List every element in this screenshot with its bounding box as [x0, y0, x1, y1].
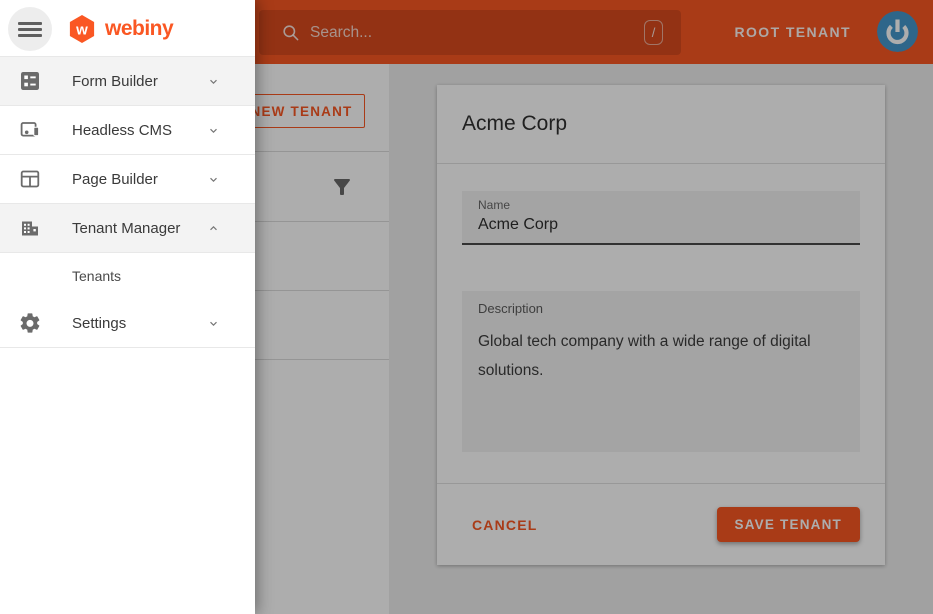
navigation-drawer: w webiny Form Builder: [0, 0, 255, 614]
headless-cms-icon: [18, 118, 42, 142]
chevron-down-icon: [207, 124, 220, 137]
sidebar-item-label: Page Builder: [72, 171, 158, 188]
page-builder-icon: [18, 167, 42, 191]
drawer-header: w webiny: [0, 0, 255, 57]
webiny-logo-icon: w: [68, 14, 96, 44]
app-root: Search... / ROOT TENANT NEW TENANT: [0, 0, 933, 614]
sidebar-item-label: Form Builder: [72, 73, 158, 90]
settings-gear-icon: [18, 311, 42, 335]
webiny-logo: w webiny: [68, 14, 173, 44]
chevron-down-icon: [207, 173, 220, 186]
sidebar-item-label: Settings: [72, 315, 126, 332]
svg-text:w: w: [75, 22, 88, 39]
chevron-down-icon: [207, 75, 220, 88]
hamburger-icon: [18, 22, 42, 40]
tenant-manager-icon: [18, 216, 42, 240]
sidebar-item-page-builder[interactable]: Page Builder: [0, 155, 255, 204]
chevron-down-icon: [207, 317, 220, 330]
sidebar-item-label: Tenants: [72, 268, 121, 284]
sidebar-item-headless-cms[interactable]: Headless CMS: [0, 106, 255, 155]
sidebar-item-label: Tenant Manager: [72, 220, 180, 237]
drawer-menu: Form Builder Headless CMS: [0, 57, 255, 348]
hamburger-menu-button[interactable]: [8, 7, 52, 51]
webiny-wordmark: webiny: [105, 17, 173, 41]
sidebar-item-label: Headless CMS: [72, 122, 172, 139]
sidebar-item-tenant-manager[interactable]: Tenant Manager: [0, 204, 255, 253]
chevron-up-icon: [207, 222, 220, 235]
sidebar-item-settings[interactable]: Settings: [0, 299, 255, 348]
form-builder-icon: [18, 69, 42, 93]
sidebar-item-form-builder[interactable]: Form Builder: [0, 57, 255, 106]
sidebar-item-tenants[interactable]: Tenants: [0, 253, 255, 299]
